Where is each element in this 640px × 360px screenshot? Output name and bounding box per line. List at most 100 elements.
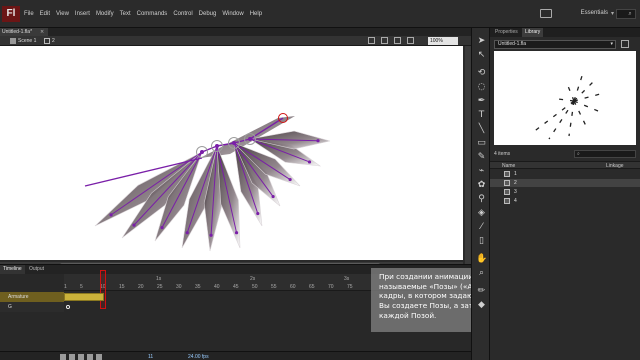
menu-insert[interactable]: Insert — [75, 11, 90, 17]
menu-text[interactable]: Text — [120, 11, 131, 17]
center-stage-icon[interactable] — [394, 37, 401, 44]
layer-name[interactable]: Armature — [0, 292, 64, 302]
playback-controls — [60, 354, 102, 360]
preview-feather — [573, 100, 587, 127]
armature-breadcrumb[interactable]: 2 — [52, 38, 55, 44]
pen-tool-icon[interactable]: ✒ — [476, 96, 487, 107]
menu-file[interactable]: File — [24, 11, 34, 17]
edit-scene-icon[interactable] — [368, 37, 375, 44]
bone-joint — [209, 233, 213, 237]
editbar-tools — [368, 37, 414, 44]
last-frame-icon[interactable] — [96, 354, 102, 360]
preview-feather — [565, 80, 575, 102]
scene-breadcrumb[interactable]: Scene 1 — [18, 38, 36, 44]
library-preview-drawing — [531, 75, 605, 140]
play-icon[interactable] — [78, 354, 84, 360]
frame-rate[interactable]: 24.00 fps — [188, 354, 209, 360]
text-tool-icon[interactable]: T — [476, 110, 487, 121]
workspace-dropdown[interactable]: Essentials — [581, 10, 608, 16]
preview-feather — [531, 100, 575, 134]
main-menu: File Edit View Insert Modify Text Comman… — [24, 11, 262, 17]
tab-timeline[interactable]: Timeline — [0, 265, 25, 274]
library-item-label: 4 — [514, 198, 517, 204]
layer-name[interactable]: G — [0, 302, 64, 312]
menu-control[interactable]: Control — [173, 11, 192, 17]
line-tool-icon[interactable]: ╲ — [476, 124, 487, 135]
feather-group — [94, 116, 331, 252]
menu-view[interactable]: View — [56, 11, 69, 17]
hand-tool-icon[interactable]: ✋ — [476, 254, 487, 265]
pin-library-icon[interactable] — [621, 40, 629, 48]
tab-library[interactable]: Library — [522, 28, 544, 37]
stage[interactable] — [0, 46, 463, 260]
ruler-frame: 30 — [176, 284, 182, 290]
close-icon[interactable]: × — [40, 28, 44, 36]
menu-debug[interactable]: Debug — [199, 11, 217, 17]
bone-joint — [256, 211, 260, 216]
ruler-frame: 40 — [214, 284, 220, 290]
lasso-tool-icon[interactable]: ◌ — [476, 82, 487, 93]
zoom-select[interactable]: 100% — [428, 37, 458, 45]
ruler-second: 3s — [344, 276, 350, 282]
ruler-frame: 1 — [64, 284, 67, 290]
brush-tool-icon[interactable]: ⌁ — [476, 166, 487, 177]
search-input[interactable]: ⌕ — [616, 9, 636, 19]
edit-bar: Scene 1 2 100% — [0, 36, 471, 46]
ruler-frame: 15 — [119, 284, 125, 290]
step-forward-icon[interactable] — [87, 354, 93, 360]
library-item[interactable]: 3 — [490, 188, 640, 196]
ruler-frame: 70 — [328, 284, 334, 290]
library-item[interactable]: 4 — [490, 197, 640, 205]
bone-joint — [200, 150, 204, 154]
library-search-input[interactable]: ⌕ — [574, 150, 636, 158]
ruler-frame: 20 — [138, 284, 144, 290]
step-back-icon[interactable] — [69, 354, 75, 360]
graphic-symbol-icon — [504, 189, 510, 195]
free-transform-tool-icon[interactable]: ⟲ — [476, 68, 487, 79]
selection-tool-icon[interactable]: ➤ — [476, 36, 487, 47]
bone-joint — [109, 213, 113, 217]
library-items-count: 4 items — [494, 151, 511, 157]
rectangle-tool-icon[interactable]: ▭ — [476, 138, 487, 149]
graphic-symbol-icon — [504, 171, 510, 177]
bone-joint — [307, 160, 312, 164]
bone-tool-icon[interactable]: ⚲ — [476, 194, 487, 205]
tools-panel: ➤ ↖ ⟲ ◌ ✒ T ╲ ▭ ✎ ⌁ ✿ ⚲ ◈ ⁄ ▯ ✋ ⌕ ✏ ◆ — [471, 28, 490, 360]
pose-span[interactable] — [64, 293, 104, 301]
edit-symbol-icon[interactable] — [381, 37, 388, 44]
fill-color-icon[interactable]: ◆ — [476, 300, 487, 311]
keyframe-marker[interactable] — [66, 305, 70, 309]
column-name[interactable]: Name — [502, 163, 515, 169]
document-tab-title: Untitled-1.fla* — [2, 29, 33, 35]
preview-feather — [557, 98, 575, 102]
bone-joint — [248, 137, 252, 141]
zoom-tool-icon[interactable]: ⌕ — [476, 268, 487, 279]
eyedropper-tool-icon[interactable]: ⁄ — [476, 222, 487, 233]
library-document-select[interactable]: Untitled-1.fla ▾ — [494, 40, 616, 49]
menu-commands[interactable]: Commands — [137, 11, 168, 17]
library-item[interactable]: 2 — [490, 179, 640, 187]
eraser-tool-icon[interactable]: ▯ — [476, 236, 487, 247]
deco-tool-icon[interactable]: ✿ — [476, 180, 487, 191]
timeline-footer: 11 24.00 fps — [0, 351, 471, 360]
menu-window[interactable]: Window — [222, 11, 243, 17]
chevron-down-icon: ▾ — [610, 41, 613, 47]
graphic-symbol-icon — [504, 180, 510, 186]
menu-modify[interactable]: Modify — [96, 11, 114, 17]
ruler-frame: 25 — [157, 284, 163, 290]
bone-joint — [185, 231, 189, 235]
library-item[interactable]: 1 — [490, 170, 640, 178]
menu-help[interactable]: Help — [250, 11, 262, 17]
column-linkage[interactable]: Linkage — [606, 163, 624, 169]
menu-edit[interactable]: Edit — [40, 11, 50, 17]
clip-stage-icon[interactable] — [407, 37, 414, 44]
tab-properties[interactable]: Properties — [492, 28, 521, 37]
wing-armature-drawing — [84, 113, 331, 252]
workspace-switch-icon[interactable] — [540, 9, 552, 18]
first-frame-icon[interactable] — [60, 354, 66, 360]
pencil-tool-icon[interactable]: ✎ — [476, 152, 487, 163]
subselection-tool-icon[interactable]: ↖ — [476, 50, 487, 61]
paint-bucket-tool-icon[interactable]: ◈ — [476, 208, 487, 219]
stroke-color-icon[interactable]: ✏ — [476, 286, 487, 297]
tab-output[interactable]: Output — [26, 265, 47, 274]
